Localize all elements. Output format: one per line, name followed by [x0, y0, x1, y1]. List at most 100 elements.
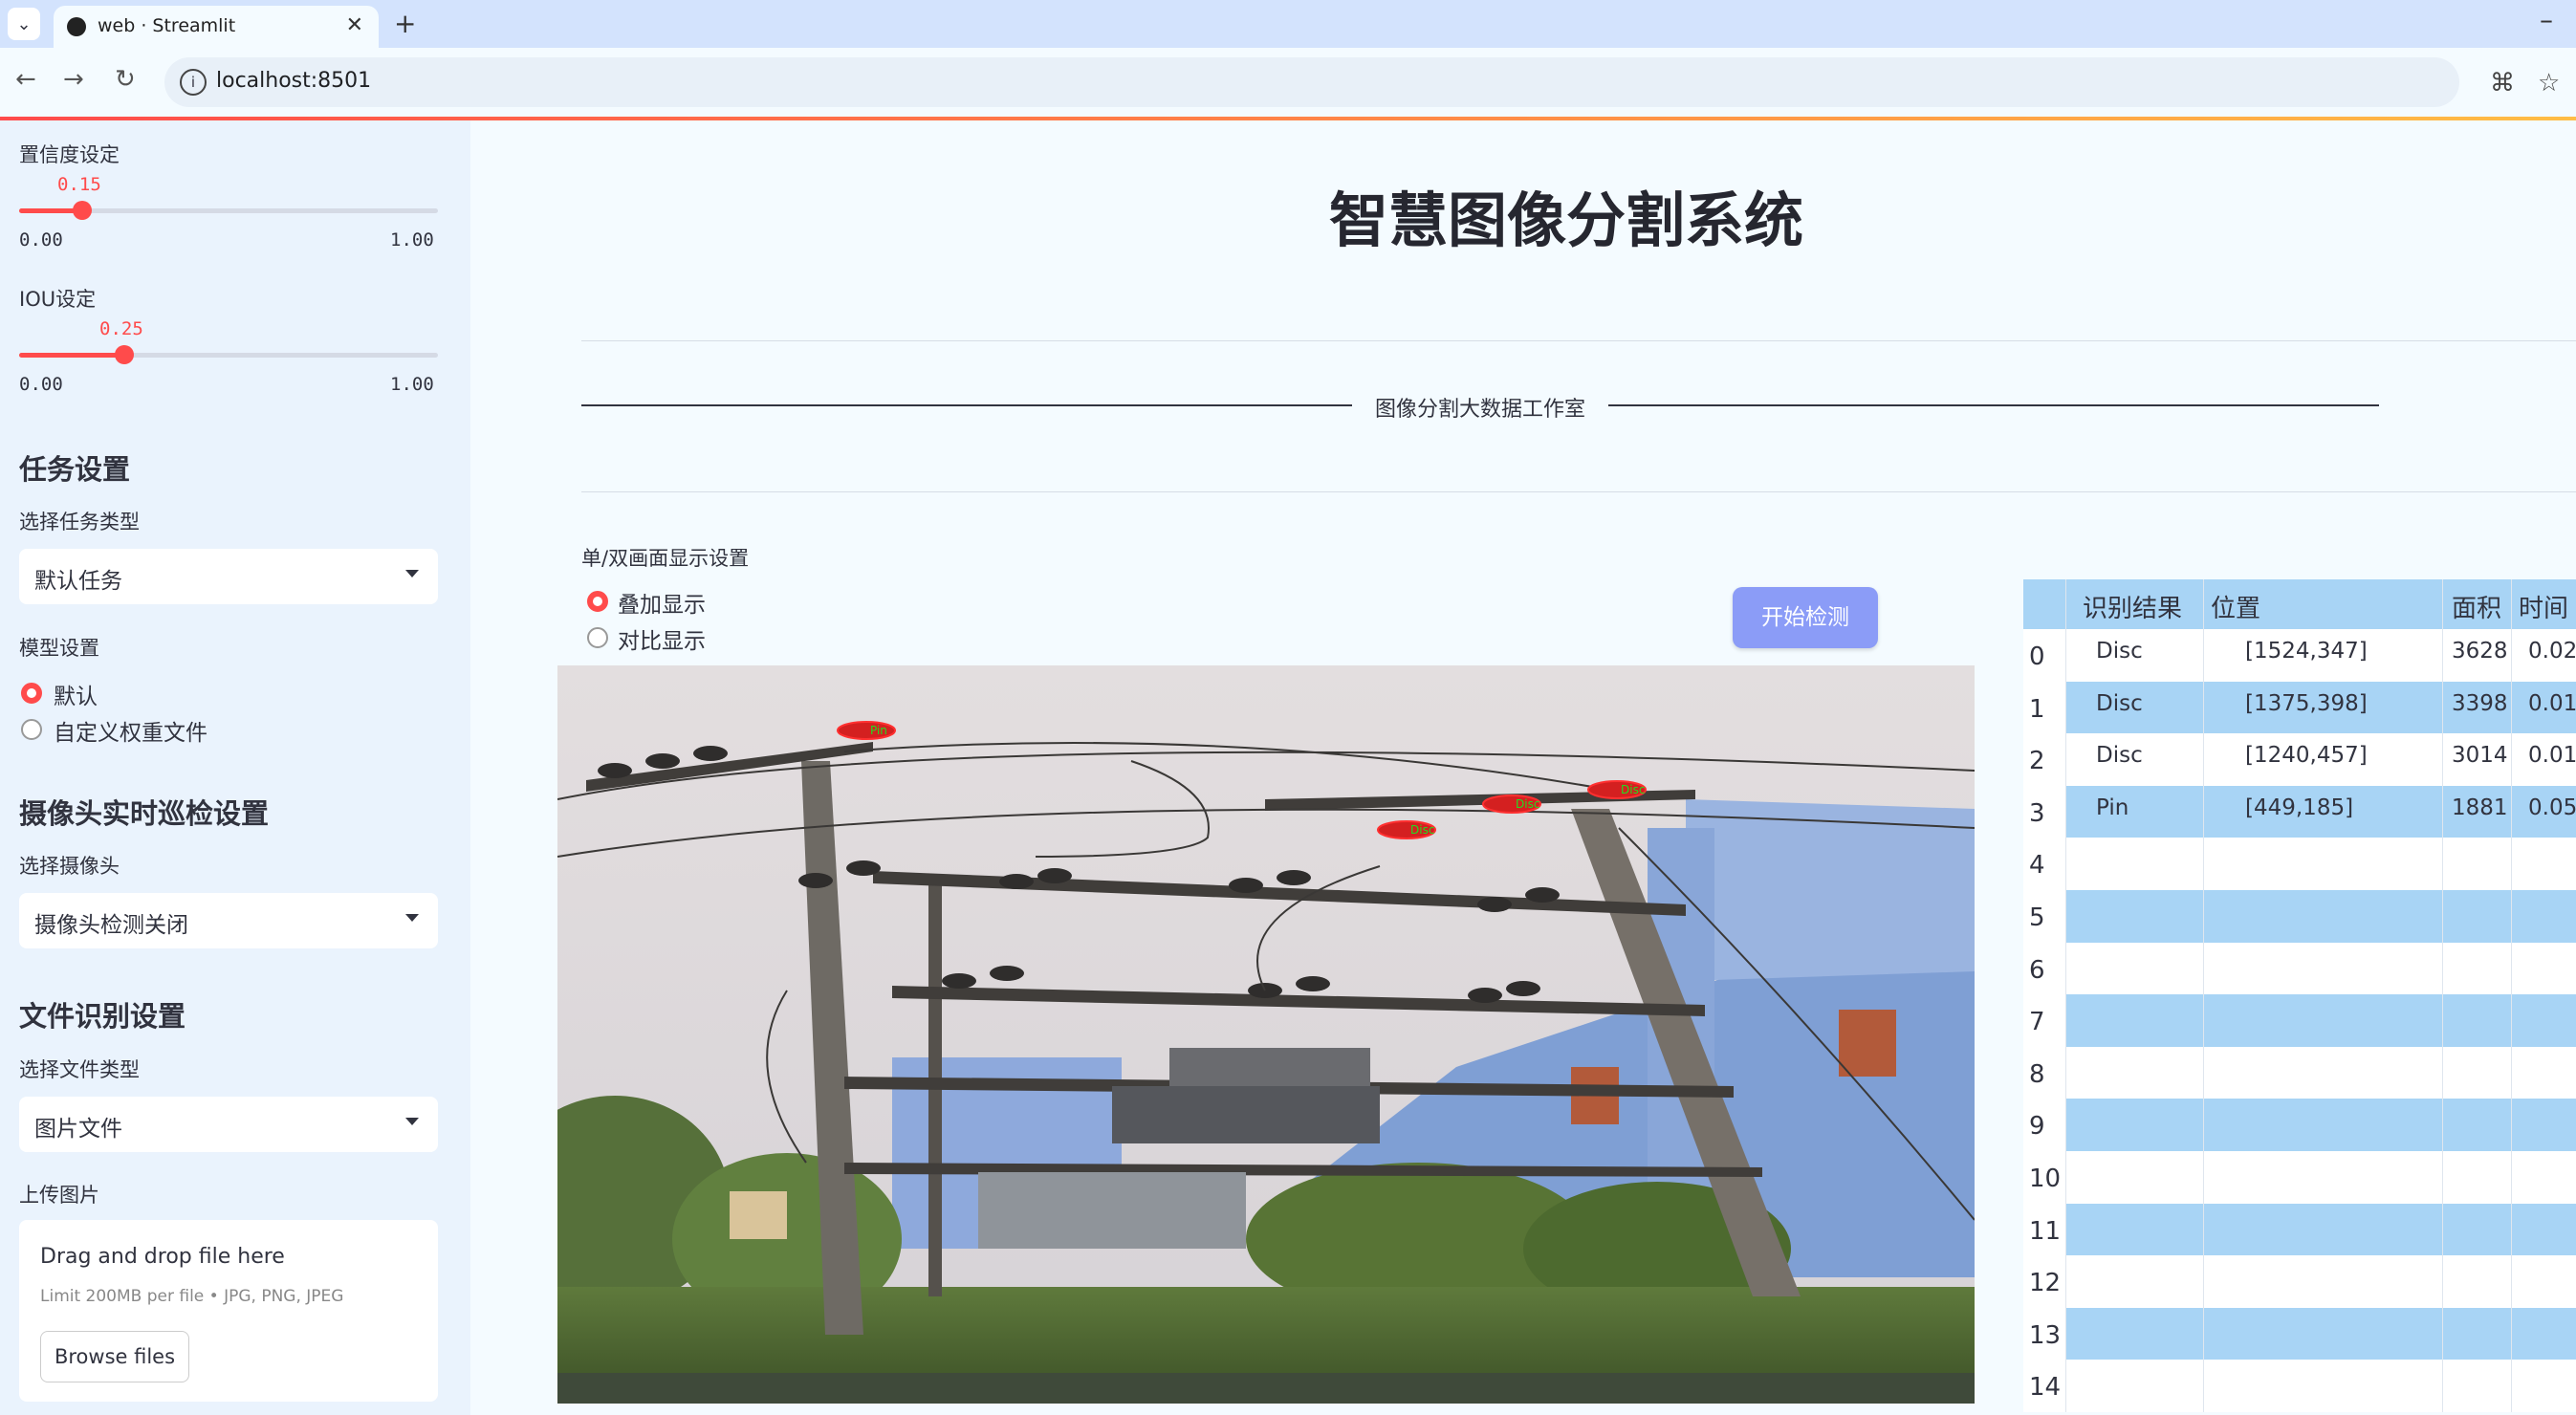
- table-cell: 3628: [2452, 639, 2508, 664]
- row-index: 6: [2023, 942, 2065, 995]
- table-row[interactable]: 14: [2023, 1360, 2576, 1412]
- table-cell: Disc: [2096, 743, 2143, 769]
- table-row[interactable]: 9: [2023, 1099, 2576, 1151]
- studio-banner: 图像分割大数据工作室: [581, 392, 2379, 422]
- row-index: 0: [2023, 629, 2065, 682]
- new-tab-plus-icon[interactable]: +: [394, 8, 416, 39]
- page-title: 智慧图像分割系统: [1329, 185, 1804, 255]
- iou-slider[interactable]: [19, 345, 438, 364]
- row-index: 5: [2023, 890, 2065, 943]
- table-row[interactable]: 3 Pin [449,185] 1881 0.05: [2023, 785, 2576, 838]
- iou-slider-thumb[interactable]: [114, 345, 134, 364]
- iou-label: IOU设定: [19, 288, 97, 311]
- translate-icon[interactable]: ⌘: [2490, 69, 2515, 98]
- table-cell: 0.01: [2528, 690, 2576, 716]
- display-option-compare[interactable]: 对比显示: [618, 622, 706, 655]
- back-arrow-icon[interactable]: ←: [15, 65, 36, 94]
- url-text: localhost:8501: [216, 69, 372, 93]
- table-cell: 3398: [2452, 690, 2508, 716]
- file-uploader-dropzone[interactable]: Drag and drop file here Limit 200MB per …: [19, 1220, 438, 1402]
- row-index: 9: [2023, 1099, 2065, 1151]
- chevron-down-icon: [405, 1118, 419, 1125]
- column-header[interactable]: 识别结果: [2083, 589, 2182, 624]
- file-type-label: 选择文件类型: [19, 1058, 140, 1081]
- table-row[interactable]: 4: [2023, 838, 2576, 890]
- camera-section-heading: 摄像头实时巡检设置: [19, 797, 270, 830]
- table-row[interactable]: 1 Disc [1375,398] 3398 0.01: [2023, 681, 2576, 734]
- minimize-window-icon[interactable]: –: [2540, 4, 2553, 35]
- file-section-heading: 文件识别设置: [19, 1000, 186, 1033]
- table-cell: [1240,457]: [2245, 743, 2368, 769]
- table-row[interactable]: 13: [2023, 1307, 2576, 1361]
- task-section-heading: 任务设置: [19, 453, 131, 486]
- divider: [581, 491, 2576, 492]
- table-row[interactable]: 0 Disc [1524,347] 3628 0.02: [2023, 629, 2576, 682]
- task-type-value: 默认任务: [34, 569, 122, 594]
- detection-label: Disc: [1410, 823, 1434, 837]
- camera-label: 选择摄像头: [19, 855, 120, 878]
- studio-banner-text: 图像分割大数据工作室: [1374, 398, 1585, 422]
- browse-files-button[interactable]: Browse files: [40, 1331, 189, 1382]
- chevron-down-icon: [405, 570, 419, 577]
- task-type-select[interactable]: 默认任务: [19, 549, 438, 604]
- column-header[interactable]: 面积: [2452, 589, 2501, 624]
- streamlit-favicon-icon: [67, 17, 86, 36]
- table-cell: [449,185]: [2245, 795, 2354, 820]
- iou-slider-fill: [19, 353, 124, 358]
- detection-mark: Pin: [837, 721, 896, 740]
- model-radio-default[interactable]: [21, 683, 42, 704]
- column-divider: [2203, 579, 2204, 1412]
- table-row[interactable]: 11: [2023, 1203, 2576, 1256]
- table-row[interactable]: 7: [2023, 994, 2576, 1047]
- model-option-custom[interactable]: 自定义权重文件: [54, 714, 207, 747]
- column-divider: [2511, 579, 2512, 1412]
- tab-search-chevron-icon[interactable]: ⌄: [8, 8, 40, 40]
- display-radio-compare[interactable]: [587, 627, 608, 648]
- dash-right: [1608, 404, 2379, 406]
- iou-value: 0.25: [99, 318, 143, 339]
- display-mode-label: 单/双画面显示设置: [581, 547, 750, 570]
- row-index: 7: [2023, 994, 2065, 1047]
- tab-title: web · Streamlit: [98, 15, 236, 36]
- detection-label: Disc: [1516, 797, 1539, 811]
- table-row[interactable]: 6: [2023, 942, 2576, 995]
- iou-max: 1.00: [390, 374, 434, 395]
- column-divider: [2442, 579, 2443, 1412]
- close-tab-icon[interactable]: ✕: [346, 13, 363, 37]
- start-detection-button[interactable]: 开始检测: [1733, 587, 1878, 648]
- table-row[interactable]: 12: [2023, 1255, 2576, 1308]
- bookmark-star-icon[interactable]: ☆: [2538, 69, 2560, 98]
- browser-tab[interactable]: web · Streamlit ✕: [54, 6, 379, 48]
- file-type-select[interactable]: 图片文件: [19, 1097, 438, 1152]
- table-cell: Disc: [2096, 690, 2143, 716]
- display-radio-overlay[interactable]: [587, 591, 608, 612]
- detection-mark: Disc: [1377, 820, 1436, 839]
- task-type-label: 选择任务类型: [19, 511, 140, 533]
- reload-icon[interactable]: ↻: [115, 65, 136, 94]
- site-info-icon[interactable]: i: [180, 69, 207, 96]
- forward-arrow-icon[interactable]: →: [63, 65, 84, 94]
- row-index: 1: [2023, 681, 2065, 734]
- chevron-down-icon: [405, 914, 419, 922]
- confidence-slider[interactable]: [19, 201, 438, 220]
- table-row[interactable]: 5: [2023, 890, 2576, 943]
- table-row[interactable]: 10: [2023, 1151, 2576, 1204]
- model-radio-custom[interactable]: [21, 719, 42, 740]
- column-header[interactable]: 时间: [2519, 589, 2568, 624]
- display-option-overlay[interactable]: 叠加显示: [618, 586, 706, 619]
- table-cell: 0.02: [2528, 639, 2576, 664]
- row-index: 10: [2023, 1151, 2065, 1204]
- detection-label: Pin: [870, 724, 887, 737]
- table-cell: 1881: [2452, 795, 2508, 820]
- model-option-default[interactable]: 默认: [54, 678, 98, 710]
- confidence-slider-thumb[interactable]: [72, 201, 92, 220]
- column-header[interactable]: 位置: [2211, 589, 2260, 624]
- address-bar[interactable]: i localhost:8501: [164, 57, 2459, 107]
- table-row[interactable]: 2 Disc [1240,457] 3014 0.01: [2023, 733, 2576, 786]
- camera-select[interactable]: 摄像头检测关闭: [19, 893, 438, 948]
- confidence-label: 置信度设定: [19, 143, 120, 166]
- detection-mark: Disc: [1587, 780, 1647, 799]
- confidence-min: 0.00: [19, 229, 63, 250]
- table-row[interactable]: 8: [2023, 1046, 2576, 1099]
- dash-left: [581, 404, 1352, 406]
